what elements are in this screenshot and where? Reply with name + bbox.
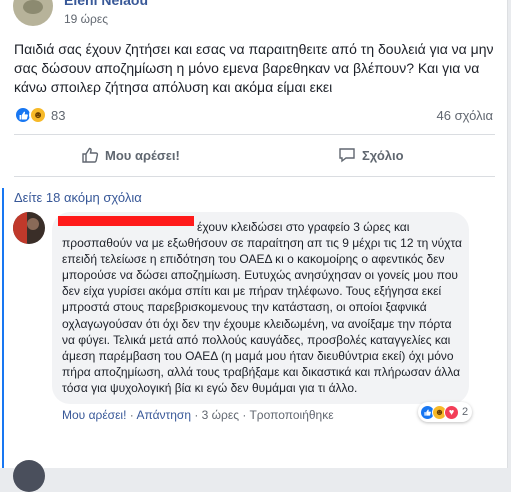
divider (14, 176, 495, 177)
next-commenter-avatar[interactable] (13, 460, 45, 492)
like-button-label: Μου αρέσει! (105, 147, 180, 163)
view-more-comments-link[interactable]: Δείτε 18 ακόμη σχόλια (14, 190, 142, 205)
thread-indicator (2, 188, 4, 468)
comment-actions: Μου αρέσει! · Απάντηση · 3 ώρες · Τροποπ… (62, 408, 334, 422)
comment-reactions[interactable]: ☻ ♥ 2 (418, 402, 473, 422)
thumbs-up-icon (82, 147, 99, 163)
author-name[interactable]: Eleni Nelaou (64, 0, 148, 8)
separator-dot: · (191, 408, 202, 422)
comment-edited[interactable]: Τροποποιήθηκε (249, 408, 333, 422)
author-avatar[interactable] (13, 0, 53, 26)
comment-time[interactable]: 3 ώρες (202, 408, 239, 422)
comment-like-link[interactable]: Μου αρέσει! (62, 408, 126, 422)
speech-bubble-icon (339, 148, 355, 163)
comment-reaction-count: 2 (462, 406, 469, 418)
comment-button[interactable]: Σχόλιο (338, 135, 404, 175)
reaction-count: 83 (51, 107, 66, 123)
like-button[interactable]: Μου αρέσει! (81, 135, 180, 175)
post-card: Eleni Nelaou 19 ώρες Παιδιά σας έχουν ζη… (0, 0, 508, 492)
comment-button-label: Σχόλιο (362, 147, 404, 163)
comment-text: έχουν κλειδώσει στο γραφείο 3 ώρες και π… (62, 220, 462, 395)
separator-dot: · (239, 408, 250, 422)
love-icon: ♥ (444, 404, 459, 420)
separator-dot: · (126, 408, 137, 422)
haha-icon: ☻ (29, 106, 47, 124)
post-time[interactable]: 19 ώρες (64, 12, 108, 26)
comment-count[interactable]: 46 σχόλια (437, 108, 493, 123)
comment-reply-link[interactable]: Απάντηση (136, 408, 191, 422)
commenter-avatar[interactable] (13, 212, 45, 244)
post-reactions[interactable]: ☻ 83 (14, 106, 65, 124)
post-text: Παιδιά σας έχουν ζητήσει και εσας να παρ… (14, 41, 494, 95)
